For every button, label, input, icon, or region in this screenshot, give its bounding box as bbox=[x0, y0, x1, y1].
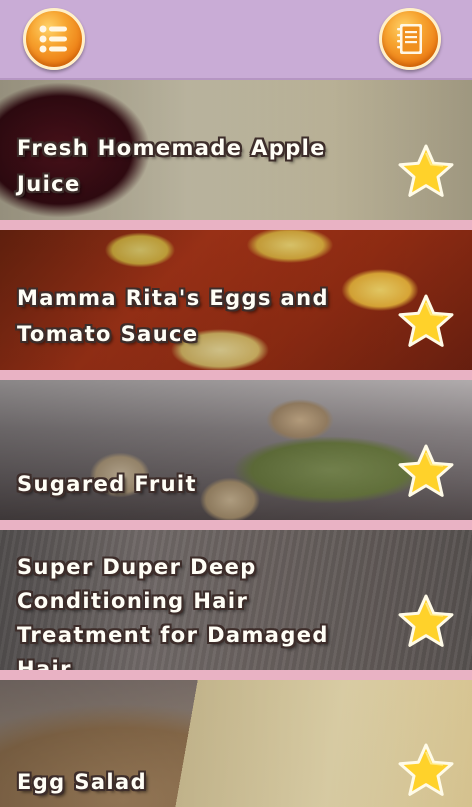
star-icon[interactable] bbox=[396, 293, 456, 351]
recipe-card[interactable]: Sugared Fruit bbox=[0, 380, 472, 520]
notebook-icon bbox=[397, 24, 422, 54]
recipe-title: Super Duper Deep Conditioning Hair Treat… bbox=[17, 555, 329, 670]
star-icon[interactable] bbox=[396, 443, 456, 501]
recipe-card[interactable]: Fresh Homemade Apple Juice bbox=[0, 80, 472, 220]
recipe-title: Sugared Fruit bbox=[17, 472, 197, 496]
list-menu-icon bbox=[39, 25, 67, 53]
recipe-card[interactable]: Super Duper Deep Conditioning Hair Treat… bbox=[0, 530, 472, 670]
recipe-title: Mamma Rita's Eggs and Tomato Sauce bbox=[17, 286, 329, 346]
recipe-card[interactable]: Egg Salad bbox=[0, 680, 472, 807]
menu-button[interactable] bbox=[23, 8, 85, 70]
recipe-title: Egg Salad bbox=[17, 770, 148, 794]
star-icon[interactable] bbox=[396, 143, 456, 201]
star-icon[interactable] bbox=[396, 593, 456, 651]
top-bar bbox=[0, 0, 472, 80]
recipe-card[interactable]: Mamma Rita's Eggs and Tomato Sauce bbox=[0, 230, 472, 370]
star-icon[interactable] bbox=[396, 742, 456, 800]
recipe-title: Fresh Homemade Apple Juice bbox=[17, 136, 326, 196]
notebook-button[interactable] bbox=[379, 8, 441, 70]
